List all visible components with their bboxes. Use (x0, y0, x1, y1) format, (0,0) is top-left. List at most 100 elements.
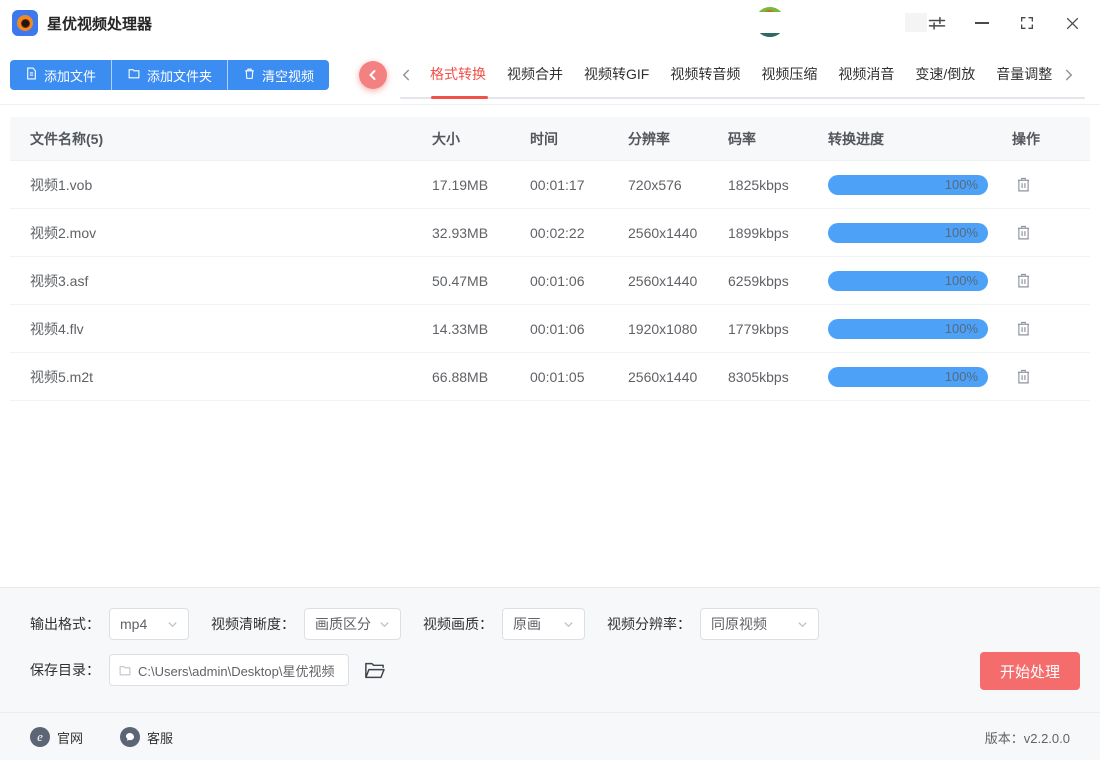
quality-select[interactable]: 原画 (502, 608, 585, 640)
username-redacted-tail (905, 13, 927, 32)
progress-bar: 100% (828, 175, 988, 195)
start-processing-button[interactable]: 开始处理 (980, 652, 1080, 690)
progress-value: 100% (945, 225, 978, 240)
progress-value: 100% (945, 273, 978, 288)
window-controls (927, 11, 1082, 35)
clarity-select[interactable]: 画质区分 (304, 608, 401, 640)
tab-变速/倒放[interactable]: 变速/倒放 (915, 64, 975, 84)
tab-视频压缩[interactable]: 视频压缩 (761, 64, 817, 84)
delete-row-button[interactable] (1012, 366, 1034, 388)
folder-icon (127, 67, 141, 83)
progress-cell: 100% (828, 367, 1012, 387)
delete-row-button[interactable] (1012, 174, 1034, 196)
progress-value: 100% (945, 321, 978, 336)
tab-视频转GIF[interactable]: 视频转GIF (584, 64, 649, 84)
action-cell (1012, 270, 1090, 292)
clarity-value: 画质区分 (315, 614, 371, 634)
clear-videos-button[interactable]: 清空视频 (228, 60, 329, 90)
column-header: 时间 (530, 129, 628, 149)
tab-active-underline (431, 96, 488, 99)
maximize-button[interactable] (1017, 11, 1037, 35)
save-dir-input[interactable]: C:\Users\admin\Desktop\星优视频 (109, 654, 349, 686)
tab-格式转换[interactable]: 格式转换 (430, 64, 486, 84)
table-row[interactable]: 视频4.flv 14.33MB 00:01:06 1920x1080 1779k… (10, 305, 1090, 353)
file-resolution: 2560x1440 (628, 369, 728, 385)
file-bitrate: 1825kbps (728, 177, 828, 193)
save-dir-label: 保存目录： (30, 660, 100, 680)
quality-label: 视频画质： (423, 614, 493, 634)
browse-folder-button[interactable] (362, 658, 386, 682)
output-format-label: 输出格式： (30, 614, 100, 634)
file-size: 50.47MB (432, 273, 530, 289)
output-format-select[interactable]: mp4 (109, 608, 189, 640)
chevron-down-icon (797, 619, 808, 630)
title-bar: 星优视频处理器 (0, 0, 1100, 48)
chevron-down-icon (167, 619, 178, 630)
app-logo-icon (12, 10, 38, 36)
close-button[interactable] (1062, 11, 1082, 35)
app-brand: 星优视频处理器 (12, 10, 152, 36)
tabs-scroll-left-icon[interactable] (401, 66, 415, 84)
add-folder-button[interactable]: 添加文件夹 (112, 60, 228, 90)
settings-panel: 输出格式： mp4 视频清晰度： 画质区分 视频画质： 原画 视频分辨率： 同原… (0, 587, 1100, 760)
column-header: 文件名称(5) (30, 129, 432, 149)
tab-音量调整[interactable]: 音量调整 (996, 64, 1052, 84)
delete-row-button[interactable] (1012, 270, 1034, 292)
file-size: 66.88MB (432, 369, 530, 385)
add-folder-label: 添加文件夹 (147, 66, 212, 85)
file-resolution: 2560x1440 (628, 225, 728, 241)
file-bitrate: 1779kbps (728, 321, 828, 337)
resolution-select[interactable]: 同原视频 (700, 608, 819, 640)
file-name: 视频2.mov (30, 223, 432, 243)
file-resolution: 2560x1440 (628, 273, 728, 289)
action-cell (1012, 318, 1090, 340)
file-name: 视频5.m2t (30, 367, 432, 387)
website-icon: e (30, 727, 50, 747)
chevron-down-icon (563, 619, 574, 630)
website-link[interactable]: e 官网 (30, 727, 83, 747)
table-row[interactable]: 视频5.m2t 66.88MB 00:01:05 2560x1440 8305k… (10, 353, 1090, 401)
progress-value: 100% (945, 369, 978, 384)
file-bitrate: 1899kbps (728, 225, 828, 241)
column-header: 分辨率 (628, 129, 728, 149)
version-label: 版本：v2.2.0.0 (985, 728, 1070, 747)
file-icon (25, 67, 38, 83)
file-duration: 00:01:05 (530, 369, 628, 385)
column-header: 大小 (432, 129, 530, 149)
file-size: 32.93MB (432, 225, 530, 241)
progress-cell: 100% (828, 319, 1012, 339)
trash-icon (243, 67, 256, 83)
file-resolution: 1920x1080 (628, 321, 728, 337)
folder-icon (118, 664, 132, 677)
tabs-back-circle-button[interactable] (359, 61, 387, 89)
table-row[interactable]: 视频2.mov 32.93MB 00:02:22 2560x1440 1899k… (10, 209, 1090, 257)
minimize-button[interactable] (972, 11, 992, 35)
quality-value: 原画 (513, 614, 541, 634)
tab-bar: 格式转换 视频合并 视频转GIF 视频转音频 视频压缩 视频消音 变速/倒放 音量调整 (430, 60, 1052, 88)
add-file-button[interactable]: 添加文件 (10, 60, 112, 90)
tab-视频消音[interactable]: 视频消音 (838, 64, 894, 84)
file-duration: 00:02:22 (530, 225, 628, 241)
tab-视频合并[interactable]: 视频合并 (507, 64, 563, 84)
output-format-value: mp4 (120, 616, 147, 632)
add-file-label: 添加文件 (44, 66, 96, 85)
settings-sliders-icon[interactable] (927, 11, 947, 35)
action-cell (1012, 222, 1090, 244)
table-row[interactable]: 视频3.asf 50.47MB 00:01:06 2560x1440 6259k… (10, 257, 1090, 305)
delete-row-button[interactable] (1012, 318, 1034, 340)
tab-track (400, 97, 1085, 99)
support-link[interactable]: 客服 (120, 727, 173, 747)
clarity-label: 视频清晰度： (211, 614, 295, 634)
user-account-area[interactable] (748, 6, 933, 40)
app-title: 星优视频处理器 (47, 13, 152, 34)
table-row[interactable]: 视频1.vob 17.19MB 00:01:17 720x576 1825kbp… (10, 161, 1090, 209)
footer: e 官网 客服 版本：v2.2.0.0 (0, 712, 1100, 761)
toolbar-divider (0, 104, 1100, 105)
column-header: 转换进度 (828, 129, 1012, 149)
file-name: 视频3.asf (30, 271, 432, 291)
tab-视频转音频[interactable]: 视频转音频 (670, 64, 740, 84)
delete-row-button[interactable] (1012, 222, 1034, 244)
file-size: 17.19MB (432, 177, 530, 193)
tabs-scroll-right-icon[interactable] (1063, 66, 1077, 84)
progress-bar: 100% (828, 271, 988, 291)
